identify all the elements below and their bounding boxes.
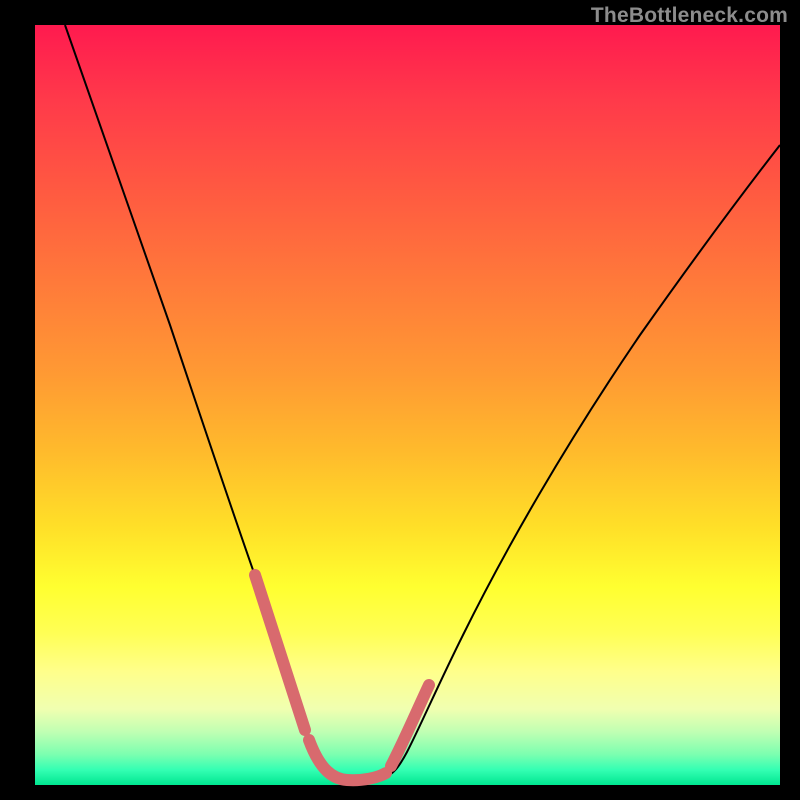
bottleneck-curve [35,25,780,785]
curve-path [65,25,780,781]
plot-area [35,25,780,785]
accent-left [255,575,305,730]
watermark-text: TheBottleneck.com [591,4,788,28]
chart-frame: TheBottleneck.com [0,0,800,800]
accent-floor [309,740,386,780]
accent-right [391,685,429,766]
